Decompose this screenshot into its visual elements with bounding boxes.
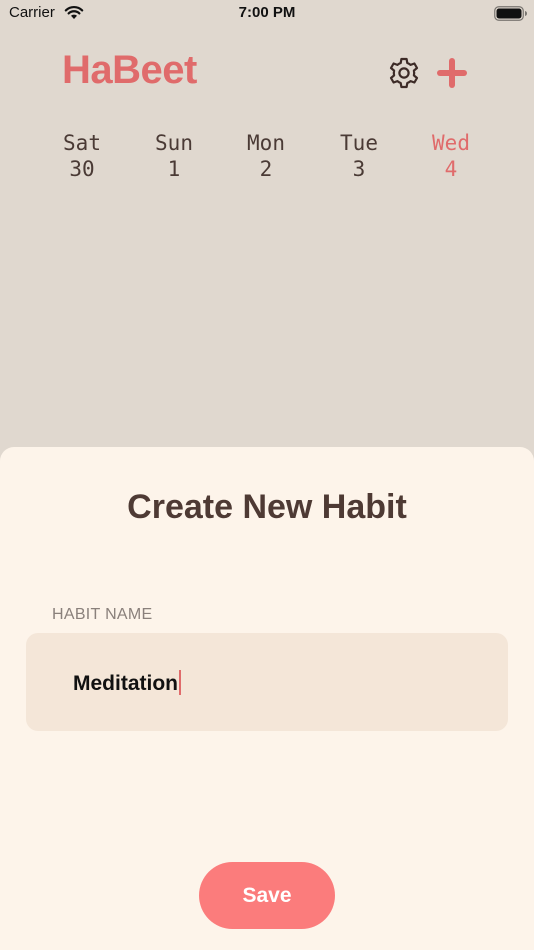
- day-number: 3: [352, 157, 366, 181]
- plus-icon: [437, 58, 467, 88]
- day-sun[interactable]: Sun 1: [134, 130, 214, 182]
- sheet-title: Create New Habit: [127, 488, 407, 526]
- status-bar: Carrier 7:00 PM: [0, 0, 534, 28]
- add-habit-button[interactable]: [434, 55, 470, 91]
- day-name: Tue: [340, 131, 378, 155]
- days-row: Sat 30 Sun 1 Mon 2 Tue 3 Wed 4: [0, 130, 534, 190]
- day-name: Sun: [155, 131, 193, 155]
- day-sat[interactable]: Sat 30: [42, 130, 122, 182]
- day-mon[interactable]: Mon 2: [226, 130, 306, 182]
- settings-button[interactable]: [386, 55, 422, 91]
- day-number: 1: [167, 157, 181, 181]
- day-tue[interactable]: Tue 3: [319, 130, 399, 182]
- status-time: 7:00 PM: [238, 4, 296, 21]
- gear-icon: [389, 57, 419, 89]
- day-wed-selected[interactable]: Wed 4: [411, 130, 491, 182]
- app-title: HaBeet: [62, 48, 197, 92]
- text-cursor: [179, 670, 181, 695]
- habit-name-label: HABIT NAME: [52, 606, 153, 623]
- day-name: Mon: [247, 131, 285, 155]
- day-number: 4: [444, 157, 458, 181]
- day-number: 30: [69, 157, 95, 181]
- habit-name-text: Meditation: [73, 672, 178, 695]
- day-name: Sat: [63, 131, 101, 155]
- habit-name-value[interactable]: Meditation: [73, 670, 181, 696]
- battery-icon: [494, 6, 527, 21]
- save-button[interactable]: Save: [199, 862, 335, 929]
- day-number: 2: [259, 157, 273, 181]
- day-name: Wed: [432, 131, 470, 155]
